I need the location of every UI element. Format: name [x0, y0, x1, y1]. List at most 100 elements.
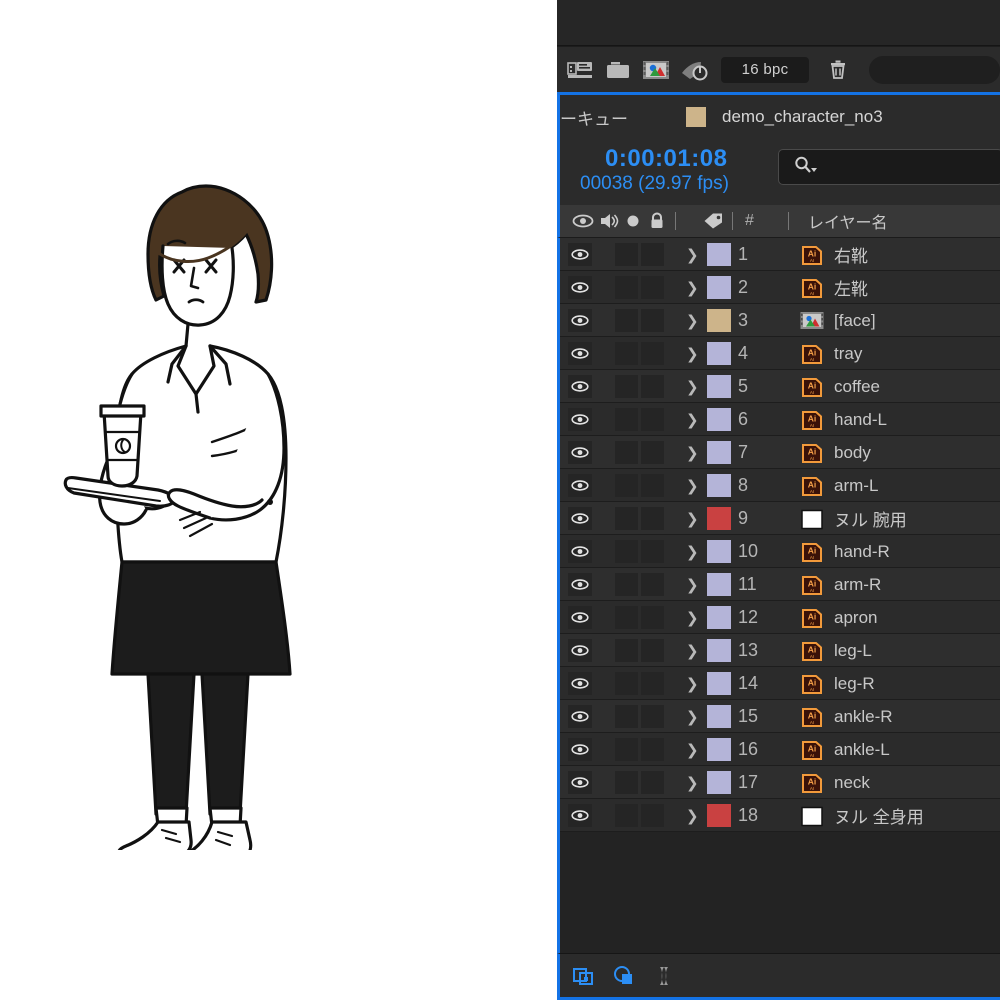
- layer-expand-chevron-icon[interactable]: ❯: [686, 733, 699, 766]
- layer-row[interactable]: ❯17 Ai AIneck: [560, 766, 1000, 799]
- layer-expand-chevron-icon[interactable]: ❯: [686, 601, 699, 634]
- layer-audio-toggle[interactable]: [615, 408, 638, 431]
- layer-visibility-eye-icon[interactable]: [568, 507, 592, 530]
- layer-color-swatch[interactable]: [707, 804, 731, 827]
- layer-color-swatch[interactable]: [707, 507, 731, 530]
- layer-row[interactable]: ❯11 Ai AIarm-R: [560, 568, 1000, 601]
- layer-audio-toggle[interactable]: [615, 474, 638, 497]
- layer-audio-toggle[interactable]: [615, 342, 638, 365]
- layer-audio-toggle[interactable]: [615, 276, 638, 299]
- layer-expand-chevron-icon[interactable]: ❯: [686, 799, 699, 832]
- layer-color-swatch[interactable]: [707, 441, 731, 464]
- layer-color-swatch[interactable]: [707, 705, 731, 728]
- layer-row[interactable]: ❯15 Ai AIankle-R: [560, 700, 1000, 733]
- layer-audio-toggle[interactable]: [615, 606, 638, 629]
- layer-audio-toggle[interactable]: [615, 507, 638, 530]
- layer-row[interactable]: ❯4 Ai AItray: [560, 337, 1000, 370]
- layer-name[interactable]: arm-L: [834, 469, 878, 502]
- layer-audio-toggle[interactable]: [615, 441, 638, 464]
- layer-row[interactable]: ❯14 Ai AIleg-R: [560, 667, 1000, 700]
- layer-audio-toggle[interactable]: [615, 639, 638, 662]
- layer-solo-toggle[interactable]: [641, 276, 664, 299]
- layer-solo-toggle[interactable]: [641, 738, 664, 761]
- layer-row[interactable]: ❯1 Ai AI右靴: [560, 238, 1000, 271]
- layer-audio-toggle[interactable]: [615, 243, 638, 266]
- layer-row[interactable]: ❯2 Ai AI左靴: [560, 271, 1000, 304]
- layer-audio-toggle[interactable]: [615, 738, 638, 761]
- layer-name[interactable]: ankle-L: [834, 733, 890, 766]
- layer-name[interactable]: coffee: [834, 370, 880, 403]
- layer-row[interactable]: ❯18 ヌル 全身用: [560, 799, 1000, 832]
- layer-expand-chevron-icon[interactable]: ❯: [686, 502, 699, 535]
- layer-solo-toggle[interactable]: [641, 375, 664, 398]
- layer-expand-chevron-icon[interactable]: ❯: [686, 337, 699, 370]
- layer-row[interactable]: ❯12 Ai AIapron: [560, 601, 1000, 634]
- layer-name[interactable]: 右靴: [834, 238, 868, 271]
- layer-name[interactable]: ankle-R: [834, 700, 893, 733]
- layer-expand-chevron-icon[interactable]: ❯: [686, 568, 699, 601]
- layer-solo-toggle[interactable]: [641, 474, 664, 497]
- layer-solo-toggle[interactable]: [641, 243, 664, 266]
- layer-solo-toggle[interactable]: [641, 309, 664, 332]
- layer-audio-toggle[interactable]: [615, 573, 638, 596]
- layer-audio-toggle[interactable]: [615, 672, 638, 695]
- layer-name[interactable]: hand-R: [834, 535, 890, 568]
- layer-search-input[interactable]: [778, 149, 1000, 185]
- layer-row[interactable]: ❯5 Ai AIcoffee: [560, 370, 1000, 403]
- layer-name[interactable]: arm-R: [834, 568, 881, 601]
- layer-solo-toggle[interactable]: [641, 771, 664, 794]
- layer-color-swatch[interactable]: [707, 606, 731, 629]
- layer-solo-toggle[interactable]: [641, 540, 664, 563]
- layer-name[interactable]: apron: [834, 601, 877, 634]
- layer-visibility-eye-icon[interactable]: [568, 276, 592, 299]
- composition-icon[interactable]: [639, 54, 673, 86]
- layer-visibility-eye-icon[interactable]: [568, 474, 592, 497]
- layer-expand-chevron-icon[interactable]: ❯: [686, 766, 699, 799]
- layer-switches-icon[interactable]: [568, 961, 600, 991]
- layer-solo-toggle[interactable]: [641, 606, 664, 629]
- layer-audio-toggle[interactable]: [615, 309, 638, 332]
- layer-row[interactable]: ❯9 ヌル 腕用: [560, 502, 1000, 535]
- layer-solo-toggle[interactable]: [641, 441, 664, 464]
- layer-solo-toggle[interactable]: [641, 672, 664, 695]
- layer-audio-toggle[interactable]: [615, 705, 638, 728]
- layer-row[interactable]: ❯10 Ai AIhand-R: [560, 535, 1000, 568]
- layer-color-swatch[interactable]: [707, 474, 731, 497]
- layer-color-swatch[interactable]: [707, 738, 731, 761]
- layer-visibility-eye-icon[interactable]: [568, 309, 592, 332]
- layer-expand-chevron-icon[interactable]: ❯: [686, 238, 699, 271]
- layer-expand-chevron-icon[interactable]: ❯: [686, 436, 699, 469]
- layer-visibility-eye-icon[interactable]: [568, 243, 592, 266]
- layer-visibility-eye-icon[interactable]: [568, 672, 592, 695]
- layer-visibility-eye-icon[interactable]: [568, 639, 592, 662]
- layer-color-swatch[interactable]: [707, 342, 731, 365]
- layer-expand-chevron-icon[interactable]: ❯: [686, 304, 699, 337]
- layer-visibility-eye-icon[interactable]: [568, 441, 592, 464]
- layer-solo-toggle[interactable]: [641, 507, 664, 530]
- toolbar-search-pill[interactable]: [869, 56, 1000, 84]
- layer-solo-toggle[interactable]: [641, 342, 664, 365]
- layer-visibility-eye-icon[interactable]: [568, 804, 592, 827]
- transfer-controls-icon[interactable]: [608, 961, 640, 991]
- layer-visibility-eye-icon[interactable]: [568, 375, 592, 398]
- graph-editor-icon[interactable]: [648, 961, 680, 991]
- layer-visibility-eye-icon[interactable]: [568, 540, 592, 563]
- layer-visibility-eye-icon[interactable]: [568, 705, 592, 728]
- layer-expand-chevron-icon[interactable]: ❯: [686, 271, 699, 304]
- layer-expand-chevron-icon[interactable]: ❯: [686, 403, 699, 436]
- layer-list-empty-area[interactable]: [557, 843, 1000, 953]
- layer-audio-toggle[interactable]: [615, 804, 638, 827]
- layer-expand-chevron-icon[interactable]: ❯: [686, 535, 699, 568]
- layer-solo-toggle[interactable]: [641, 639, 664, 662]
- render-memory-icon[interactable]: [563, 54, 597, 86]
- layer-row[interactable]: ❯13 Ai AIleg-L: [560, 634, 1000, 667]
- layer-audio-toggle[interactable]: [615, 375, 638, 398]
- layer-row[interactable]: ❯7 Ai AIbody: [560, 436, 1000, 469]
- layer-color-swatch[interactable]: [707, 771, 731, 794]
- column-number-header[interactable]: #: [745, 205, 754, 237]
- layer-name[interactable]: leg-L: [834, 634, 872, 667]
- layer-name[interactable]: body: [834, 436, 871, 469]
- layer-audio-toggle[interactable]: [615, 540, 638, 563]
- layer-row[interactable]: ❯6 Ai AIhand-L: [560, 403, 1000, 436]
- layer-color-swatch[interactable]: [707, 276, 731, 299]
